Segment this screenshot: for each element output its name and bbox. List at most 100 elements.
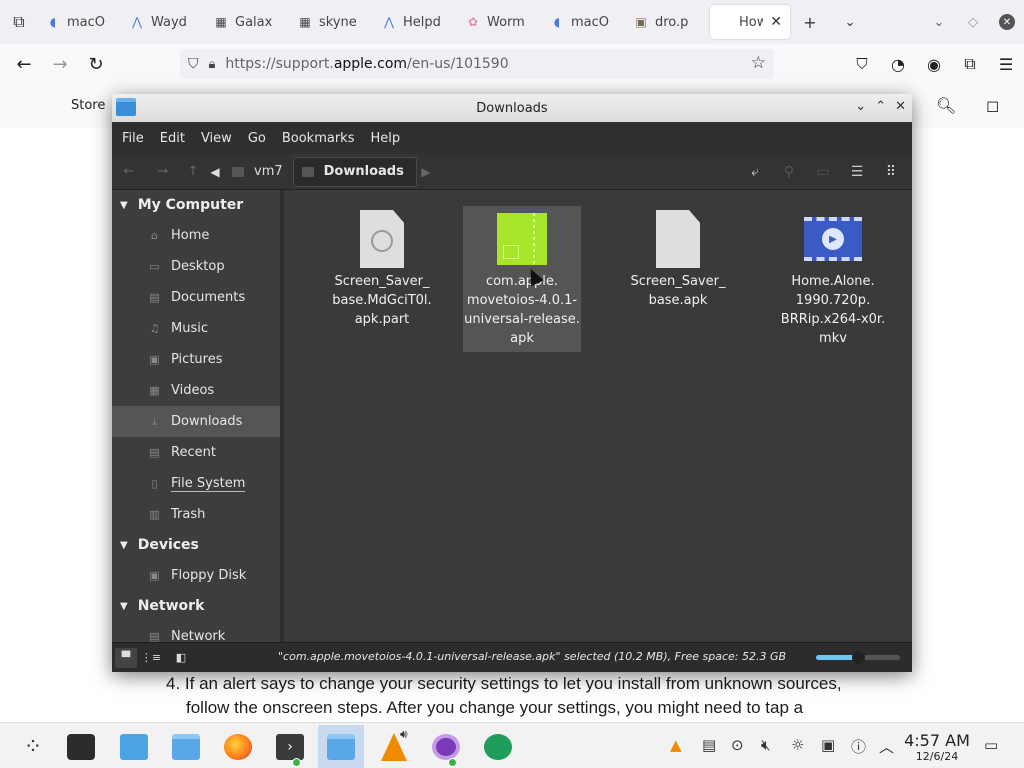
icon-view-icon[interactable]: ▭ (808, 164, 838, 180)
terminal-settings-icon[interactable] (58, 725, 104, 768)
sidebar-item-home[interactable]: ⌂ Home (112, 220, 280, 251)
chevron-up-icon[interactable]: ︿ (879, 736, 894, 757)
sidebar-section-devices[interactable]: ▼ Devices (112, 530, 280, 560)
list-view-icon[interactable]: ☰ (842, 164, 872, 180)
search-icon[interactable]: ⚲ (774, 164, 804, 180)
drive-icon: ▯ (151, 477, 158, 490)
reload-icon[interactable]: ↻ (78, 44, 114, 84)
folder-active-icon[interactable] (318, 725, 364, 768)
sidebar-item-videos[interactable]: ▦ Videos (112, 375, 280, 406)
browser-tab[interactable]: ▦ Galax (206, 5, 290, 39)
back-arrow-icon[interactable]: ← (6, 44, 42, 84)
save-icon[interactable]: ▣ (821, 736, 835, 754)
shopping-bag-icon[interactable]: ◻ (986, 96, 999, 115)
close-icon[interactable]: ✕ (895, 99, 906, 114)
sidebar-item-desktop[interactable]: ▭ Desktop (112, 251, 280, 282)
menu-edit[interactable]: Edit (152, 131, 193, 146)
help-icon[interactable]: ⓘ (851, 736, 866, 757)
firefox-icon[interactable] (215, 725, 261, 768)
sidebar-item-file-system[interactable]: ▯ File System (112, 468, 280, 499)
play-circle-icon[interactable]: ⊙ (731, 736, 744, 754)
browser-tab[interactable]: ◖ macO (542, 5, 626, 39)
volume-muted-icon[interactable]: 🔇︎ (761, 736, 770, 754)
browser-tab[interactable]: ⋀ Helpd (374, 5, 458, 39)
partial-file-icon (360, 210, 404, 268)
window-titlebar[interactable]: Downloads ⌄ ⌃ ✕ (112, 94, 912, 122)
file-item[interactable]: Screen_Saver_ base.apk (619, 206, 737, 310)
menu-bookmarks[interactable]: Bookmarks (274, 131, 363, 146)
sidebar-item-recent[interactable]: ▤ Recent (112, 437, 280, 468)
file-item[interactable]: ▶ Home.Alone. 1990.720p. BRRip.x264-x0r.… (774, 206, 892, 348)
folder-icon[interactable] (163, 725, 209, 768)
close-tab-icon[interactable]: ✕ (770, 14, 782, 30)
crumb-right-arrow-icon[interactable]: ▶ (417, 165, 435, 179)
close-window-icon[interactable]: ✕ (990, 0, 1024, 44)
browser-tab[interactable]: ◖ macO (38, 5, 122, 39)
url-text[interactable]: https://support.apple.com/en-us/101590 (225, 56, 508, 72)
file-item-selected[interactable]: com.apple. movetoios-4.0.1- universal-re… (463, 206, 581, 352)
minimize-icon[interactable]: ⌄ (855, 99, 866, 114)
search-icon[interactable]: 🔍︎ (936, 96, 956, 115)
shield-icon[interactable]: ⛉ (188, 56, 199, 72)
apple-nav-store[interactable]: Store (71, 98, 105, 113)
compact-view-icon[interactable]: ⠿ (876, 164, 906, 180)
sidebar-item-documents[interactable]: ▤ Documents (112, 282, 280, 313)
toggle-sidebar-icon[interactable]: ◧ (170, 648, 192, 668)
terminal-icon[interactable]: › (267, 725, 313, 768)
menu-help[interactable]: Help (362, 131, 408, 146)
forward-arrow-icon[interactable]: → (42, 44, 78, 84)
lock-icon[interactable]: 🔒︎ (209, 57, 216, 72)
sidebar-item-downloads[interactable]: ⤓ Downloads (112, 406, 280, 437)
chevron-down-icon[interactable]: ⌄ (922, 0, 956, 44)
chevron-down-icon[interactable]: ⌄ (830, 0, 870, 44)
up-icon[interactable]: ↑ (180, 164, 206, 179)
sidebar-item-trash[interactable]: ▥ Trash (112, 499, 280, 530)
menu-view[interactable]: View (193, 131, 240, 146)
zoom-slider-knob[interactable] (852, 651, 865, 664)
vlc-tray-icon[interactable]: ▲ (670, 736, 682, 754)
breadcrumb-vm7[interactable]: vm7 (224, 164, 293, 179)
crumb-left-arrow-icon[interactable]: ◀ (206, 165, 224, 179)
bookmark-star-icon[interactable]: ☆ (751, 53, 766, 73)
menu-go[interactable]: Go (240, 131, 274, 146)
back-icon[interactable]: ← (112, 164, 146, 179)
sidebar-section-network[interactable]: ▼ Network (112, 591, 280, 621)
file-manager-icon[interactable] (111, 725, 157, 768)
sidebar-item-pictures[interactable]: ▣ Pictures (112, 344, 280, 375)
browser-tab[interactable]: ▣ dro.p (626, 5, 710, 39)
vlc-icon[interactable]: 🔊︎ (371, 725, 417, 768)
new-tab-icon[interactable]: + (790, 0, 830, 44)
tab-list-icon[interactable]: ⧉ (0, 0, 38, 44)
sidebar-section-my-computer[interactable]: ▼ My Computer (112, 190, 280, 220)
menu-icon[interactable]: ☰ (988, 44, 1024, 84)
sidebar-item-network[interactable]: ▤ Network (112, 621, 280, 642)
pocket-icon[interactable]: ⛉ (844, 44, 880, 84)
clipboard-icon[interactable]: ▤ (702, 736, 716, 754)
browser-tab-active[interactable]: How ✕ (710, 5, 790, 39)
timer-icon[interactable]: ◔ (880, 44, 916, 84)
sidebar-item-floppy-disk[interactable]: ▣ Floppy Disk (112, 560, 280, 591)
account-icon[interactable]: ◉ (916, 44, 952, 84)
show-places-icon[interactable]: ▀ (115, 647, 137, 668)
browser-tab[interactable]: ⋀ Wayd (122, 5, 206, 39)
browser-tab[interactable]: ✿ Worm (458, 5, 542, 39)
extensions-icon[interactable]: ⧉ (952, 44, 988, 84)
app-green-icon[interactable] (475, 725, 521, 768)
clock[interactable]: 4:57 AM 12/6/24 (904, 732, 970, 764)
diamond-icon[interactable]: ◇ (956, 0, 990, 44)
toggle-location-icon[interactable]: ⤶ (740, 164, 770, 180)
browser-tab[interactable]: ▦ skyne (290, 5, 374, 39)
address-bar[interactable]: ⛉ 🔒︎ https://support.apple.com/en-us/101… (180, 49, 774, 79)
zoom-slider[interactable] (816, 651, 900, 664)
media-player-icon[interactable] (423, 725, 469, 768)
show-desktop-icon[interactable]: ▭ (984, 736, 998, 754)
breadcrumb-downloads[interactable]: Downloads (292, 156, 417, 187)
file-item[interactable]: Screen_Saver_ base.MdGciT0l. apk.part (323, 206, 441, 329)
app-launcher-icon[interactable]: ⁘ (10, 725, 56, 768)
menu-file[interactable]: File (114, 131, 152, 146)
sidebar-item-music[interactable]: ♫ Music (112, 313, 280, 344)
maximize-icon[interactable]: ⌃ (875, 99, 886, 114)
forward-icon[interactable]: → (146, 164, 180, 179)
show-treeview-icon[interactable]: ⋮≡ (140, 648, 162, 668)
brightness-icon[interactable]: ☼ (791, 736, 804, 754)
